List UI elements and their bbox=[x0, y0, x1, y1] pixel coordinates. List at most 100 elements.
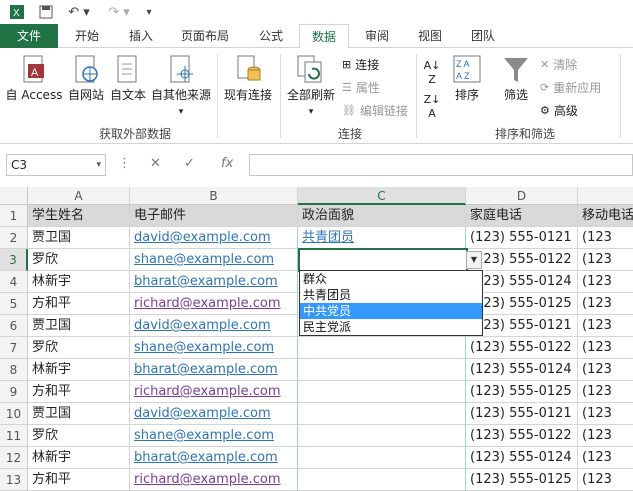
table-cell[interactable]: bharat@example.com bbox=[130, 447, 298, 469]
save-icon[interactable] bbox=[36, 3, 56, 21]
tab-formulas[interactable]: 公式 bbox=[246, 24, 296, 48]
row-header[interactable]: 5 bbox=[0, 293, 28, 315]
dropdown-option[interactable]: 中共党员 bbox=[300, 303, 482, 319]
table-cell[interactable]: (123 bbox=[578, 271, 633, 293]
table-cell[interactable]: 罗欣 bbox=[28, 337, 130, 359]
row-header[interactable]: 11 bbox=[0, 425, 28, 447]
table-cell[interactable]: (123) 555-0124 bbox=[466, 359, 578, 381]
table-cell[interactable]: (123) 555-0122 bbox=[466, 425, 578, 447]
table-cell[interactable]: (123 bbox=[578, 469, 633, 491]
active-cell-outline[interactable] bbox=[298, 248, 468, 272]
table-cell[interactable]: (123) 555-0121 bbox=[466, 227, 578, 249]
table-cell[interactable]: bharat@example.com bbox=[130, 271, 298, 293]
row-header[interactable]: 4 bbox=[0, 271, 28, 293]
sort-descending-button[interactable]: Z↓ A bbox=[420, 92, 444, 120]
table-cell[interactable]: (123) 555-0124 bbox=[466, 447, 578, 469]
name-box[interactable]: C3 ▾ bbox=[6, 154, 106, 176]
row-header[interactable]: 1 bbox=[0, 205, 28, 227]
dropdown-option[interactable]: 共青团员 bbox=[300, 287, 482, 303]
tab-home[interactable]: 开始 bbox=[62, 24, 112, 48]
table-cell[interactable]: (123 bbox=[578, 359, 633, 381]
insert-function-icon[interactable]: fx bbox=[221, 156, 233, 171]
table-cell[interactable]: 共青团员 bbox=[298, 227, 466, 249]
column-header[interactable]: B bbox=[130, 187, 298, 205]
refresh-all-button[interactable]: 全部刷新 ▾ bbox=[284, 54, 338, 117]
table-cell[interactable] bbox=[298, 381, 466, 403]
row-header[interactable]: 8 bbox=[0, 359, 28, 381]
clear-filter-button[interactable]: ✕ 清除 bbox=[540, 56, 577, 73]
row-header[interactable]: 6 bbox=[0, 315, 28, 337]
table-cell[interactable]: david@example.com bbox=[130, 227, 298, 249]
table-cell[interactable]: (123) 555-0125 bbox=[466, 381, 578, 403]
table-cell[interactable]: 林新宇 bbox=[28, 271, 130, 293]
properties-button[interactable]: ☰ 属性 bbox=[342, 79, 380, 96]
table-cell[interactable] bbox=[298, 337, 466, 359]
from-web-button[interactable]: 自网站 bbox=[64, 54, 108, 103]
row-header[interactable]: 13 bbox=[0, 469, 28, 491]
column-header[interactable]: D bbox=[466, 187, 578, 205]
table-cell[interactable]: richard@example.com bbox=[130, 293, 298, 315]
table-cell[interactable]: (123 bbox=[578, 447, 633, 469]
table-cell[interactable]: bharat@example.com bbox=[130, 359, 298, 381]
tab-review[interactable]: 审阅 bbox=[353, 24, 401, 48]
table-cell[interactable]: 方和平 bbox=[28, 469, 130, 491]
sort-button[interactable]: Z A A Z 排序 bbox=[448, 54, 486, 103]
table-cell[interactable]: (123 bbox=[578, 425, 633, 447]
row-header[interactable]: 7 bbox=[0, 337, 28, 359]
sort-ascending-button[interactable]: A↓ Z bbox=[420, 58, 444, 86]
header-cell[interactable]: 家庭电话 bbox=[466, 205, 578, 227]
table-cell[interactable]: (123 bbox=[578, 403, 633, 425]
table-cell[interactable]: shane@example.com bbox=[130, 425, 298, 447]
table-cell[interactable] bbox=[298, 469, 466, 491]
table-cell[interactable]: 林新宇 bbox=[28, 447, 130, 469]
reapply-button[interactable]: ⟳ 重新应用 bbox=[540, 79, 601, 96]
table-cell[interactable]: 贾卫国 bbox=[28, 403, 130, 425]
select-all-corner[interactable] bbox=[0, 187, 28, 205]
row-header[interactable]: 12 bbox=[0, 447, 28, 469]
table-cell[interactable]: 方和平 bbox=[28, 293, 130, 315]
table-cell[interactable]: (123 bbox=[578, 293, 633, 315]
column-header[interactable] bbox=[578, 187, 633, 205]
table-cell[interactable]: richard@example.com bbox=[130, 469, 298, 491]
table-cell[interactable]: 罗欣 bbox=[28, 249, 130, 271]
row-header[interactable]: 3 bbox=[0, 249, 28, 271]
table-cell[interactable]: (123) 555-0125 bbox=[466, 469, 578, 491]
enter-icon[interactable]: ✓ bbox=[184, 156, 195, 171]
tab-file[interactable]: 文件 bbox=[0, 24, 58, 48]
column-header[interactable]: A bbox=[28, 187, 130, 205]
table-cell[interactable]: (123) 555-0122 bbox=[466, 337, 578, 359]
edit-links-button[interactable]: ⛓ 编辑链接 bbox=[342, 102, 408, 119]
table-cell[interactable]: (123 bbox=[578, 249, 633, 271]
from-access-button[interactable]: A 自 Access bbox=[4, 54, 64, 103]
table-cell[interactable]: (123 bbox=[578, 381, 633, 403]
formula-input[interactable] bbox=[249, 154, 633, 176]
table-cell[interactable]: 罗欣 bbox=[28, 425, 130, 447]
connections-button[interactable]: ⊞ 连接 bbox=[342, 56, 379, 73]
column-header[interactable]: C bbox=[298, 187, 466, 205]
tab-data[interactable]: 数据 bbox=[299, 24, 349, 49]
filter-button[interactable]: 筛选 bbox=[496, 54, 536, 103]
table-cell[interactable]: (123) 555-0122 bbox=[466, 249, 578, 271]
existing-connections-button[interactable]: 现有连接 bbox=[220, 54, 276, 103]
table-cell[interactable] bbox=[298, 359, 466, 381]
header-cell[interactable]: 移动电话 bbox=[578, 205, 633, 227]
table-cell[interactable]: david@example.com bbox=[130, 403, 298, 425]
table-cell[interactable]: (123) 555-0121 bbox=[466, 403, 578, 425]
table-cell[interactable] bbox=[298, 425, 466, 447]
cancel-icon[interactable]: ✕ bbox=[150, 156, 161, 171]
advanced-filter-button[interactable]: ⚙ 高级 bbox=[540, 102, 578, 119]
from-other-sources-button[interactable]: 自其他来源 ▾ bbox=[148, 54, 214, 117]
table-cell[interactable]: shane@example.com bbox=[130, 337, 298, 359]
row-header[interactable]: 2 bbox=[0, 227, 28, 249]
tab-insert[interactable]: 插入 bbox=[116, 24, 166, 48]
from-text-button[interactable]: 自文本 bbox=[106, 54, 150, 103]
table-cell[interactable]: (123 bbox=[578, 337, 633, 359]
header-cell[interactable]: 政治面貌 bbox=[298, 205, 466, 227]
tab-team[interactable]: 团队 bbox=[459, 24, 507, 48]
header-cell[interactable]: 学生姓名 bbox=[28, 205, 130, 227]
header-cell[interactable]: 电子邮件 bbox=[130, 205, 298, 227]
row-header[interactable]: 9 bbox=[0, 381, 28, 403]
row-header[interactable]: 10 bbox=[0, 403, 28, 425]
table-cell[interactable]: (123 bbox=[578, 315, 633, 337]
table-cell[interactable]: shane@example.com bbox=[130, 249, 298, 271]
